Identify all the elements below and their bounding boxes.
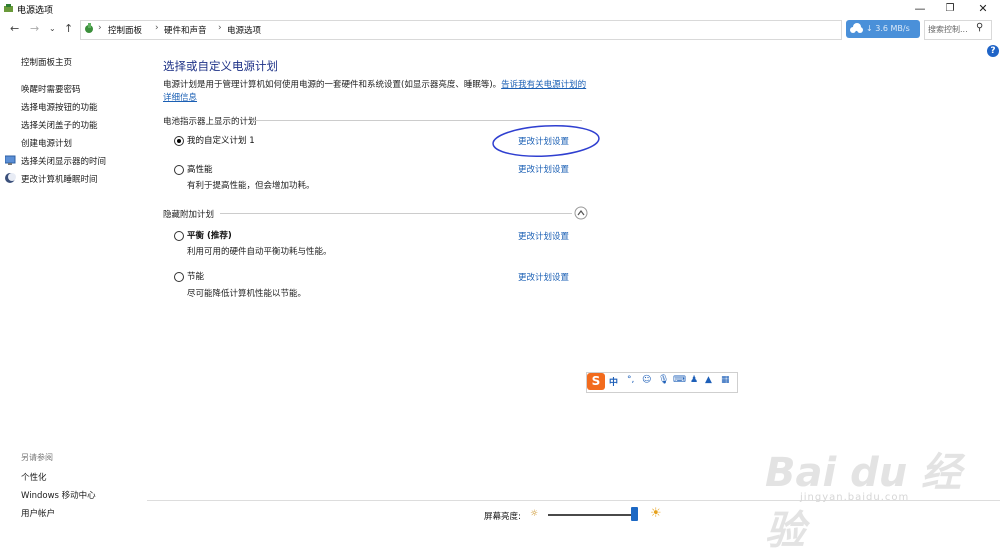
network-speed-text: ↓ 3.6 MB/s (866, 24, 910, 33)
sidebar-item-sleep-time[interactable]: 更改计算机睡眠时间 (21, 173, 98, 185)
section-divider (252, 120, 582, 121)
plan-name-balanced[interactable]: 平衡 (推荐) (187, 229, 232, 241)
network-speed-value: 3.6 MB/s (875, 24, 910, 33)
sidebar-item-wake-password[interactable]: 唤醒时需要密码 (21, 83, 81, 95)
see-also-mobility-center[interactable]: Windows 移动中心 (21, 489, 96, 501)
moon-icon (5, 173, 16, 183)
plan-radio-balanced[interactable] (174, 231, 184, 241)
breadcrumb-power-options[interactable]: 电源选项 (227, 24, 261, 36)
forward-arrow-icon[interactable]: → (30, 22, 39, 35)
power-options-icon (4, 4, 13, 12)
back-arrow-icon[interactable]: ← (10, 22, 19, 35)
change-plan-settings-link[interactable]: 更改计划设置 (518, 163, 569, 175)
sidebar-item-close-lid[interactable]: 选择关闭盖子的功能 (21, 119, 98, 131)
plan-radio-high-performance[interactable] (174, 165, 184, 175)
brightness-slider-thumb[interactable] (631, 507, 639, 521)
skin-shirt-icon[interactable]: ▲ (705, 375, 712, 385)
page-title: 选择或自定义电源计划 (163, 59, 278, 73)
collapse-chevron-icon[interactable] (574, 206, 588, 220)
cloud-icon (850, 23, 863, 33)
user-icon[interactable]: ♟ (690, 375, 698, 385)
see-also-heading: 另请参阅 (21, 453, 53, 462)
plan-name-custom[interactable]: 我的自定义计划 1 (187, 134, 255, 146)
section-hidden-plans: 隐藏附加计划 (163, 210, 215, 220)
section-divider (220, 213, 572, 214)
monitor-icon (5, 155, 16, 165)
plan-radio-custom[interactable] (174, 136, 184, 146)
brightness-label: 屏幕亮度: (484, 512, 521, 522)
help-icon[interactable]: ? (987, 45, 999, 57)
brightness-slider-fill (548, 514, 635, 516)
sogou-logo-icon[interactable]: S (587, 373, 605, 390)
control-panel-icon (85, 23, 93, 33)
close-button[interactable]: ✕ (968, 0, 998, 17)
plan-name-high-performance[interactable]: 高性能 (187, 163, 213, 175)
search-icon[interactable]: ⚲ (976, 22, 983, 33)
breadcrumb-separator: › (218, 23, 222, 33)
window-title: 电源选项 (17, 6, 54, 16)
sidebar-item-display-off[interactable]: 选择关闭显示器的时间 (21, 155, 106, 167)
emoji-icon[interactable]: ☺ (642, 375, 651, 385)
see-also-personalization[interactable]: 个性化 (21, 471, 47, 483)
minimize-button[interactable]: — (905, 0, 935, 17)
plan-radio-power-saver[interactable] (174, 272, 184, 282)
sidebar-item-create-plan[interactable]: 创建电源计划 (21, 137, 72, 149)
change-plan-settings-link[interactable]: 更改计划设置 (518, 230, 569, 242)
toolbox-grid-icon[interactable]: ▦ (721, 375, 730, 385)
search-placeholder: 搜索控制... (928, 25, 968, 34)
microphone-icon[interactable]: 🎙 (658, 375, 669, 385)
brightness-low-icon: ☼ (530, 509, 539, 519)
recent-chevron-icon[interactable]: ⌄ (49, 24, 56, 33)
title-bar (0, 0, 1000, 17)
page-description: 电源计划是用于管理计算机如何使用电源的一套硬件和系统设置(如显示器亮度、睡眠等)… (163, 79, 593, 105)
change-plan-settings-link[interactable]: 更改计划设置 (518, 271, 569, 283)
breadcrumb-separator: › (155, 23, 159, 33)
section-battery-plans: 电池指示器上显示的计划 (163, 117, 257, 127)
plan-desc-power-saver: 尽可能降低计算机性能以节能。 (187, 289, 307, 299)
sidebar-item-home[interactable]: 控制面板主页 (21, 56, 72, 68)
plan-name-power-saver[interactable]: 节能 (187, 270, 204, 282)
annotation-circle (492, 125, 600, 157)
see-also-user-accounts[interactable]: 用户帐户 (21, 507, 55, 519)
sidebar-item-power-button[interactable]: 选择电源按钮的功能 (21, 101, 98, 113)
plan-desc-high-performance: 有利于提高性能，但会增加功耗。 (187, 181, 315, 191)
brightness-high-icon: ☀ (650, 506, 662, 521)
punctuation-icon[interactable]: °, (627, 375, 634, 385)
keyboard-icon[interactable]: ⌨ (673, 375, 686, 385)
up-arrow-icon[interactable]: ↑ (64, 22, 73, 35)
breadcrumb-control-panel[interactable]: 控制面板 (108, 24, 142, 36)
watermark-url: jingyan.baidu.com (800, 492, 910, 503)
plan-desc-balanced: 利用可用的硬件自动平衡功耗与性能。 (187, 247, 332, 257)
breadcrumb-separator: › (98, 23, 102, 33)
description-text: 电源计划是用于管理计算机如何使用电源的一套硬件和系统设置(如显示器亮度、睡眠等)… (163, 80, 502, 90)
maximize-button[interactable]: ❐ (935, 0, 965, 17)
breadcrumb-hardware-sound[interactable]: 硬件和声音 (164, 24, 207, 36)
ime-mode-label[interactable]: 中 (609, 375, 618, 388)
